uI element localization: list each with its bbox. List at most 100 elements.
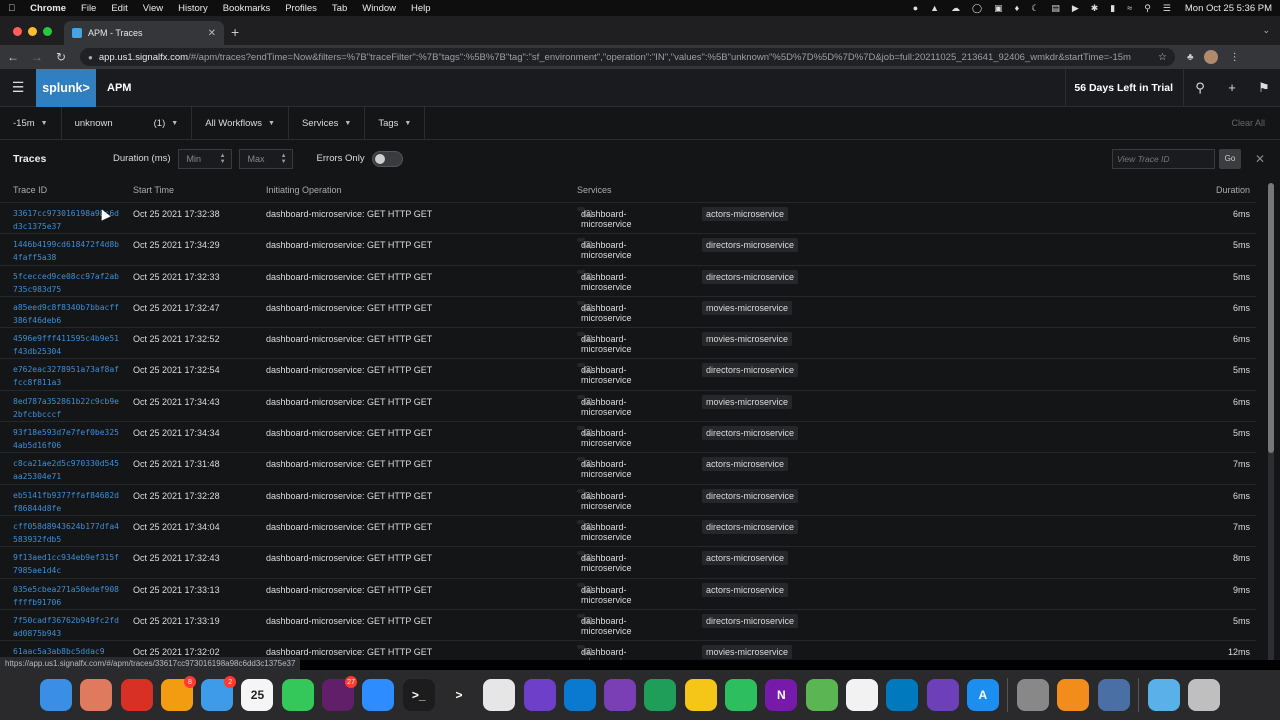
trace-id-link[interactable]: 5fcecced9ce08cc97af2ab735c983d75 xyxy=(13,270,123,296)
table-row[interactable]: 5fcecced9ce08cc97af2ab735c983d75 Oct 25 2… xyxy=(0,264,1256,296)
service-tag[interactable]: dashboard-microservice(2) xyxy=(577,363,632,385)
screens-icon[interactable] xyxy=(644,679,677,711)
moon-icon[interactable]: ☾ xyxy=(1031,3,1039,14)
duration-min-input[interactable]: Min ▲ ▼ xyxy=(177,148,232,169)
service-tag[interactable]: actors-microservice xyxy=(702,207,789,221)
messages-icon[interactable] xyxy=(281,679,314,711)
trace-id-link[interactable]: 4596e9fff411595c4b9e51f43db25304 xyxy=(13,332,123,358)
onenote-icon[interactable]: N xyxy=(765,679,798,711)
reload-icon[interactable]: ↻ xyxy=(50,50,72,64)
trace-id-link[interactable]: 1446b4199cd618472f4d8b4faff5a38 xyxy=(13,238,123,264)
table-row[interactable]: c8ca21ae2d5c970330d545aa25304e71 Oct 25 2… xyxy=(0,452,1256,483)
mail-icon[interactable]: 2 xyxy=(201,676,237,711)
new-tab-button[interactable]: + xyxy=(231,24,239,40)
finder-icon[interactable] xyxy=(40,679,72,711)
tab-search-icon[interactable]: ⌄ xyxy=(1262,25,1270,36)
quicktime-icon[interactable] xyxy=(1097,679,1130,711)
table-row[interactable]: a85eed9c8f8340b7bbacff386f46deb6 Oct 25 2… xyxy=(0,295,1256,327)
calendar-icon[interactable]: 25 xyxy=(241,679,274,711)
service-tag[interactable]: dashboard-microservice(2) xyxy=(577,300,632,323)
menu-bookmarks[interactable]: Bookmarks xyxy=(223,3,271,14)
table-row[interactable]: 1446b4199cd618472f4d8b4faff5a38 Oct 25 20… xyxy=(0,233,1256,264)
battery-icon[interactable]: ▮ xyxy=(1110,3,1115,14)
service-tag[interactable]: dashboard-microservice(2) xyxy=(577,457,632,479)
bell-icon[interactable]: ♦ xyxy=(1015,3,1020,13)
splunk-logo[interactable]: splunk> xyxy=(36,68,96,107)
table-row[interactable]: 33617cc973016198a98c6dd3c1375e37 Oct 25 2… xyxy=(0,202,1256,233)
extensions-icon[interactable]: ♣ xyxy=(1187,52,1194,63)
service-tag[interactable]: dashboard-microservice(2) xyxy=(577,269,632,292)
minimize-window-icon[interactable] xyxy=(28,27,37,36)
stepper-icon[interactable]: ▲ ▼ xyxy=(220,153,226,165)
menu-chrome[interactable]: Chrome xyxy=(30,3,66,14)
service-tag[interactable]: directors-microservice xyxy=(702,269,799,284)
service-tag[interactable]: dashboard-microservice(2) xyxy=(577,394,632,417)
cloud-icon[interactable]: ☁ xyxy=(951,3,960,14)
bookmark-star-icon[interactable]: ☆ xyxy=(1158,52,1167,63)
workflows-filter[interactable]: All Workflows ▼ xyxy=(192,106,289,140)
wifi-icon[interactable]: ≈ xyxy=(1127,3,1132,13)
apple-menu-icon[interactable]:  xyxy=(8,3,15,14)
record-icon[interactable]: ● xyxy=(913,3,918,13)
forward-icon[interactable]: → xyxy=(26,50,48,64)
menu-profiles[interactable]: Profiles xyxy=(285,3,317,14)
profile-avatar[interactable] xyxy=(1203,50,1218,64)
trace-id-link[interactable]: 8ed787a352861b22c9cb9e2bfcbbcccf xyxy=(13,395,123,421)
cone-icon[interactable]: ▲ xyxy=(930,3,939,13)
service-tag[interactable]: dashboard-microservice(2) xyxy=(577,613,632,636)
service-tag[interactable]: directors-microservice xyxy=(702,426,799,441)
environment-filter[interactable]: unknown xyxy=(62,107,141,140)
display-icon[interactable]: ▤ xyxy=(1051,3,1060,14)
tags-filter[interactable]: Tags ▼ xyxy=(365,106,426,140)
service-tag[interactable]: directors-microservice xyxy=(702,488,799,503)
trash-icon[interactable] xyxy=(1188,679,1221,711)
go-button[interactable]: Go xyxy=(1218,148,1241,169)
table-scrollbar[interactable] xyxy=(1268,183,1274,660)
vlc-icon[interactable] xyxy=(1057,679,1090,711)
zoom-window-icon[interactable] xyxy=(43,27,52,36)
menubar-clock[interactable]: Mon Oct 25 5:36 PM xyxy=(1185,3,1272,14)
errors-only-toggle[interactable] xyxy=(371,150,403,167)
service-tag[interactable]: movies-microservice xyxy=(702,645,793,660)
table-row[interactable]: cff058d8943624b177dfa4583932fdb5 Oct 25 2… xyxy=(0,514,1256,546)
github-icon[interactable] xyxy=(523,679,556,711)
pinwheel-icon[interactable]: 8 xyxy=(160,676,196,711)
evernote-icon[interactable] xyxy=(725,679,758,711)
bluetooth-icon[interactable]: ✱ xyxy=(1091,3,1099,14)
service-tag[interactable]: actors-microservice xyxy=(702,457,789,472)
service-tag[interactable]: actors-microservice xyxy=(702,582,789,597)
reminders-icon[interactable] xyxy=(845,679,878,711)
trace-id-link[interactable]: 035e5cbea271a50edef908ffffb91706 xyxy=(13,583,123,609)
time-range-picker[interactable]: -15m ▼ xyxy=(0,106,62,140)
service-tag[interactable]: movies-microservice xyxy=(702,332,793,347)
service-tag[interactable]: actors-microservice xyxy=(702,551,789,566)
menu-file[interactable]: File xyxy=(81,3,96,14)
table-row[interactable]: 035e5cbea271a50edef908ffffb91706 Oct 25 2… xyxy=(0,577,1256,609)
browser-tab[interactable]: APM - Traces ✕ xyxy=(64,21,224,45)
volume-icon[interactable]: ▶ xyxy=(1072,3,1079,14)
service-tag[interactable]: dashboard-microservice(2) xyxy=(577,488,632,511)
duration-max-input[interactable]: Max ▲ ▼ xyxy=(238,148,293,169)
menu-view[interactable]: View xyxy=(143,3,163,14)
table-row[interactable]: 93f18e593d7e7fef0be3254ab5d16f06 Oct 25 2… xyxy=(0,421,1256,452)
search-icon[interactable]: ⚲ xyxy=(1184,80,1216,96)
service-tag[interactable]: directors-microservice xyxy=(702,613,799,628)
view-trace-id-input[interactable]: View Trace ID xyxy=(1111,148,1215,169)
trace-id-link[interactable]: eb5141fb9377ffaf84682df86844d8fe xyxy=(13,489,123,515)
service-tag[interactable]: movies-microservice xyxy=(702,300,793,315)
service-tag[interactable]: dashboard-microservice(2) xyxy=(577,582,632,605)
prompt-icon[interactable]: > xyxy=(442,679,475,711)
hamburger-menu-icon[interactable]: ☰ xyxy=(0,79,36,96)
table-row[interactable]: 7f50cadf36762b949fc2fdad0875b943 Oct 25 2… xyxy=(0,608,1256,640)
stepper-icon[interactable]: ▲ ▼ xyxy=(281,153,287,165)
terminal-icon[interactable]: >_ xyxy=(402,679,435,711)
launchpad-icon[interactable] xyxy=(80,679,113,711)
imovie-icon[interactable] xyxy=(926,679,959,711)
scrollbar-thumb[interactable] xyxy=(1268,183,1274,453)
chrome-icon[interactable] xyxy=(120,679,153,711)
col-trace-id[interactable]: Trace ID xyxy=(13,185,47,195)
menu-help[interactable]: Help xyxy=(411,3,431,14)
service-tag[interactable]: dashboard-microservice(2) xyxy=(577,426,632,448)
downloads-icon[interactable] xyxy=(1148,679,1181,711)
trial-badge[interactable]: 56 Days Left in Trial xyxy=(1065,68,1184,107)
